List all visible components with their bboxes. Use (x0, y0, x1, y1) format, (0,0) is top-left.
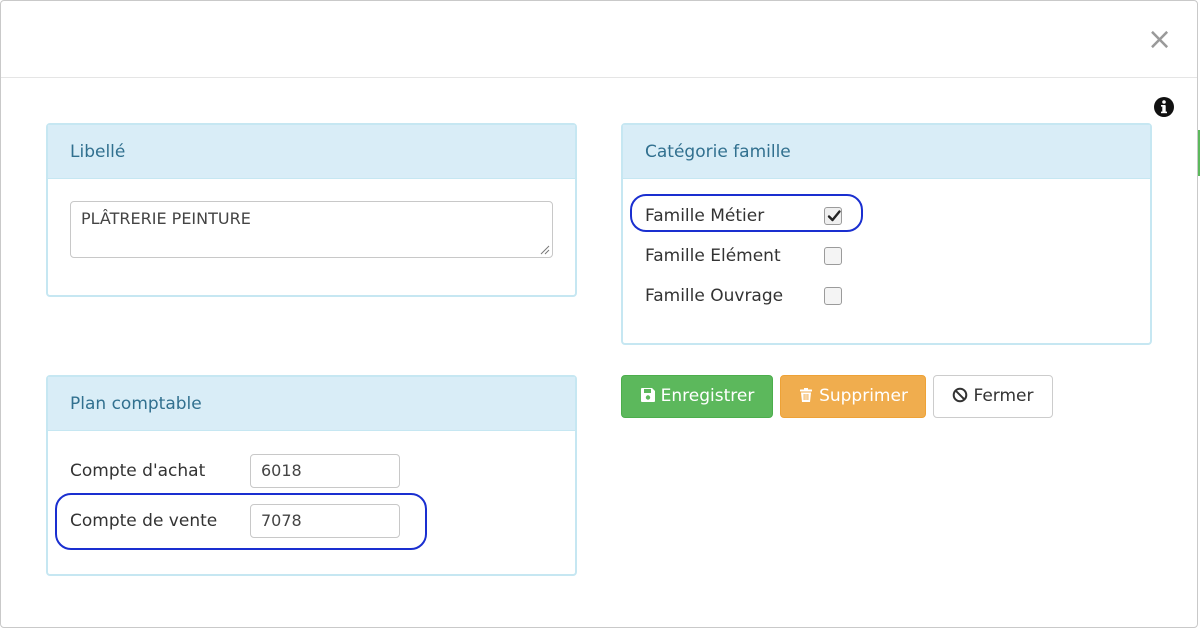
compte-achat-input[interactable]: 6018 (250, 454, 400, 488)
close-button[interactable]: Fermer (933, 375, 1053, 418)
resize-grip-icon[interactable] (538, 243, 550, 255)
close-button-label: Fermer (973, 386, 1034, 406)
compte-achat-value: 6018 (261, 461, 302, 480)
ban-icon (953, 387, 968, 403)
libelle-value: PLÂTRERIE PEINTURE (81, 209, 251, 228)
categorie-panel-heading: Catégorie famille (623, 125, 1150, 179)
trash-icon (800, 388, 813, 402)
famille-element-label: Famille Elément (645, 246, 781, 266)
famille-ouvrage-label: Famille Ouvrage (645, 286, 784, 306)
floppy-disk-icon (640, 388, 655, 402)
delete-button[interactable]: Supprimer (780, 375, 926, 418)
libelle-panel-heading: Libellé (48, 125, 575, 179)
delete-button-label: Supprimer (819, 386, 908, 406)
famille-element-checkbox[interactable] (824, 247, 842, 265)
libelle-textarea[interactable]: PLÂTRERIE PEINTURE (70, 201, 553, 258)
famille-ouvrage-checkbox[interactable] (824, 287, 842, 305)
compte-achat-label: Compte d'achat (70, 461, 206, 481)
libelle-panel: Libellé PLÂTRERIE PEINTURE (46, 123, 577, 297)
famille-ouvrage-row[interactable]: Famille Ouvrage (645, 284, 845, 308)
save-button-label: Enregistrer (660, 386, 755, 406)
famille-element-row[interactable]: Famille Elément (645, 244, 845, 268)
modal-header: × (1, 1, 1197, 78)
info-circle-icon[interactable] (1153, 96, 1175, 118)
close-icon[interactable]: × (1147, 25, 1172, 55)
highlight-famille-metier (630, 194, 863, 232)
highlight-compte-vente (55, 493, 427, 550)
save-button[interactable]: Enregistrer (621, 375, 773, 418)
plan-comptable-heading: Plan comptable (48, 377, 575, 431)
categorie-panel: Catégorie famille Famille Métier Famille… (621, 123, 1152, 345)
